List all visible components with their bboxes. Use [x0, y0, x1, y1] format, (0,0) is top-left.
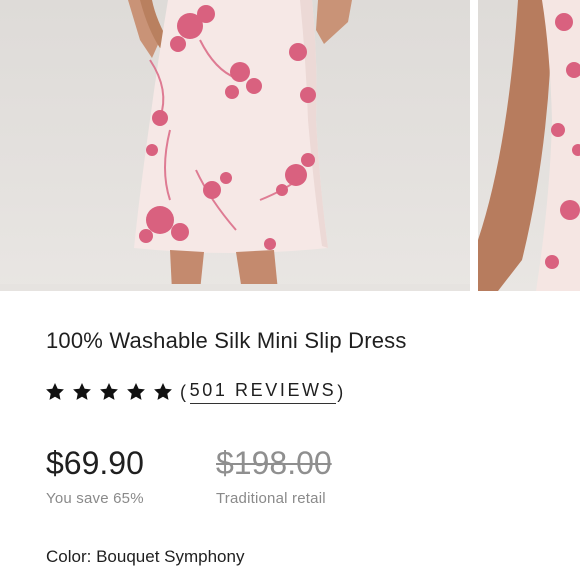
product-photo-next[interactable] [478, 0, 580, 291]
product-image-gallery[interactable] [0, 0, 580, 291]
product-rating: ( 501 REVIEWS ) [44, 380, 346, 404]
product-photo-main[interactable] [0, 0, 470, 291]
retail-price-block: $198.00 Traditional retail [216, 444, 332, 507]
retail-label: Traditional retail [216, 490, 326, 507]
color-value: Bouquet Symphony [96, 547, 245, 566]
star-icon [154, 383, 172, 400]
star-icon [127, 383, 145, 400]
dress-photo-illustration [0, 0, 470, 291]
savings-text: You save 65% [46, 490, 144, 507]
star-icon [100, 383, 118, 400]
rating-stars [44, 381, 174, 403]
reviews-open-paren: ( [180, 381, 189, 402]
sale-price: $69.90 [46, 445, 144, 481]
color-selection: Color: Bouquet Symphony [46, 547, 244, 567]
reviews-close-paren: ) [337, 381, 346, 402]
color-label: Color: [46, 547, 92, 566]
dress-side-illustration [478, 0, 580, 291]
product-title: 100% Washable Silk Mini Slip Dress [46, 328, 407, 353]
reviews-count-label[interactable]: 501 REVIEWS [189, 380, 337, 404]
star-icon [46, 383, 64, 400]
sale-price-block: $69.90 You save 65% [46, 444, 144, 507]
retail-price: $198.00 [216, 445, 332, 481]
star-icon [73, 383, 91, 400]
reviews-link[interactable]: ( 501 REVIEWS ) [180, 380, 346, 404]
